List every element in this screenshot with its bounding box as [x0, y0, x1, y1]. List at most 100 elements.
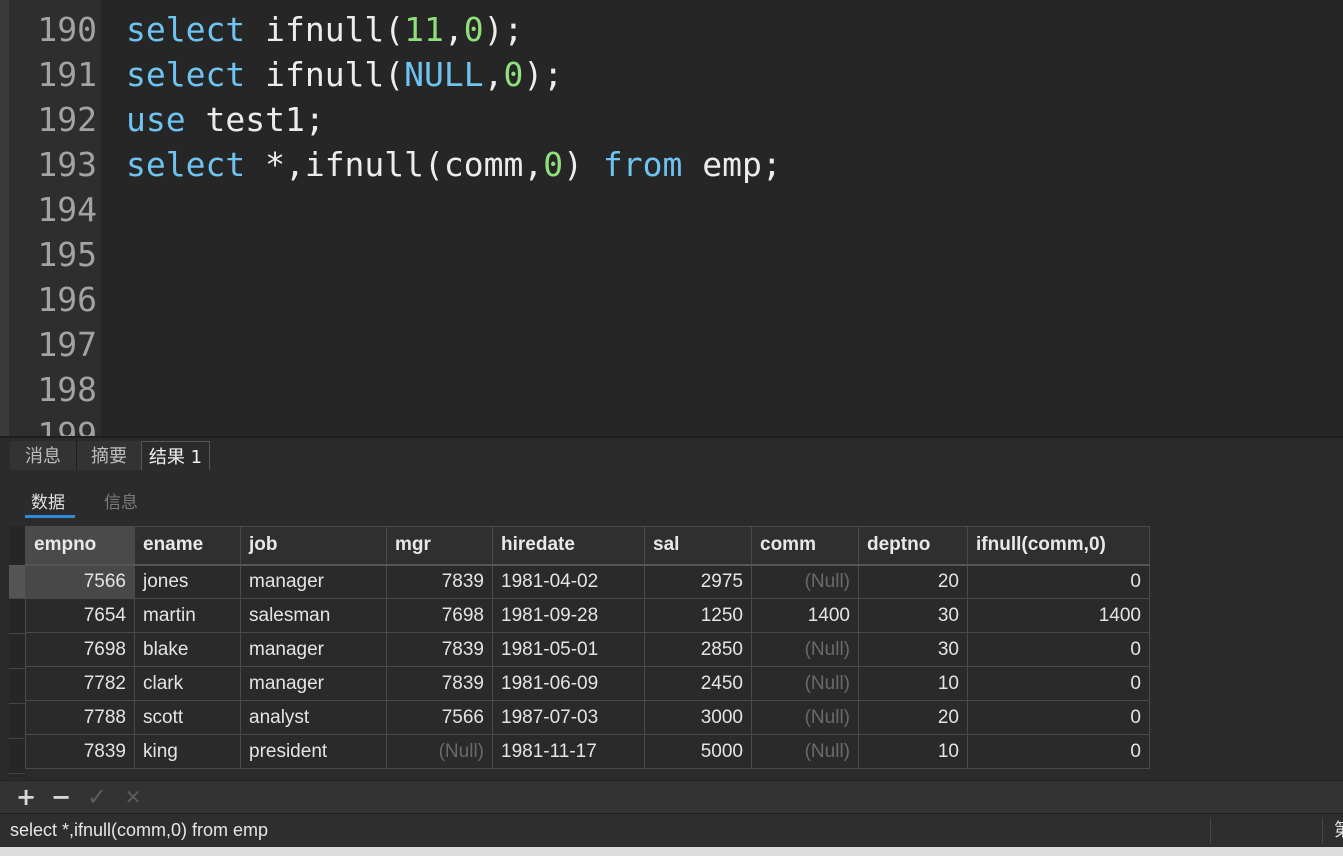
table-row[interactable]: 7654 martin salesman 7698 1981-09-28 1250 1400…: [25, 598, 1150, 633]
null-cell[interactable]: (Null): [751, 666, 859, 701]
table-cell[interactable]: president: [240, 734, 387, 769]
sql-keyword: select: [126, 145, 246, 184]
discard-changes-button[interactable]: ✕: [120, 784, 146, 810]
apply-changes-button[interactable]: ✓: [84, 784, 110, 810]
column-header-deptno[interactable]: deptno: [858, 526, 968, 566]
table-cell[interactable]: 7566: [386, 700, 493, 735]
line-number: 197: [37, 325, 97, 364]
table-cell[interactable]: 5000: [644, 734, 752, 769]
table-cell[interactable]: 7788: [25, 700, 135, 735]
status-divider: [1210, 818, 1211, 844]
table-cell[interactable]: 0: [967, 734, 1150, 769]
table-cell[interactable]: king: [134, 734, 241, 769]
table-cell[interactable]: 30: [858, 598, 968, 633]
row-marker[interactable]: [9, 705, 25, 739]
current-row-marker[interactable]: [9, 565, 25, 599]
table-cell[interactable]: clark: [134, 666, 241, 701]
table-cell[interactable]: jones: [134, 564, 241, 599]
code-line: use test1;: [126, 97, 325, 142]
table-row[interactable]: 7839 king president (Null) 1981-11-17 5000 (Nu…: [25, 734, 1150, 769]
row-marker[interactable]: [9, 600, 25, 634]
table-cell[interactable]: 1987-07-03: [492, 700, 645, 735]
table-cell[interactable]: 7698: [386, 598, 493, 633]
table-cell[interactable]: martin: [134, 598, 241, 633]
table-cell[interactable]: 7839: [25, 734, 135, 769]
subtab-info[interactable]: 信息: [104, 488, 138, 513]
table-cell[interactable]: 1400: [967, 598, 1150, 633]
column-header-sal[interactable]: sal: [644, 526, 752, 566]
table-cell[interactable]: 20: [858, 564, 968, 599]
query-editor[interactable]: 190 191 192 193 194 195 196 197 198 199 select if…: [0, 0, 1343, 436]
table-cell[interactable]: 1400: [751, 598, 859, 633]
column-header-hiredate[interactable]: hiredate: [492, 526, 645, 566]
table-cell[interactable]: manager: [240, 564, 387, 599]
table-cell[interactable]: 0: [967, 700, 1150, 735]
table-cell[interactable]: 3000: [644, 700, 752, 735]
column-header-job[interactable]: job: [240, 526, 387, 566]
table-cell[interactable]: blake: [134, 632, 241, 667]
tab-messages[interactable]: 消息: [10, 441, 77, 472]
table-cell[interactable]: 0: [967, 564, 1150, 599]
table-cell[interactable]: manager: [240, 632, 387, 667]
column-header-mgr[interactable]: mgr: [386, 526, 493, 566]
null-cell[interactable]: (Null): [751, 632, 859, 667]
table-cell[interactable]: 10: [858, 666, 968, 701]
table-cell[interactable]: 1981-04-02: [492, 564, 645, 599]
table-row[interactable]: 7782 clark manager 7839 1981-06-09 2450 (Null)…: [25, 666, 1150, 701]
column-header-empno[interactable]: empno: [25, 526, 135, 566]
null-cell[interactable]: (Null): [751, 564, 859, 599]
add-record-button[interactable]: +: [13, 784, 39, 810]
table-cell[interactable]: 7839: [386, 564, 493, 599]
table-cell[interactable]: 7654: [25, 598, 135, 633]
null-cell[interactable]: (Null): [751, 734, 859, 769]
table-cell[interactable]: 7839: [386, 666, 493, 701]
column-header-comm[interactable]: comm: [751, 526, 859, 566]
line-number: 193: [37, 145, 97, 184]
row-marker[interactable]: [9, 670, 25, 704]
table-cell[interactable]: 30: [858, 632, 968, 667]
table-cell[interactable]: analyst: [240, 700, 387, 735]
status-sql-text: select *,ifnull(comm,0) from emp: [10, 820, 269, 840]
table-cell[interactable]: 7839: [386, 632, 493, 667]
table-cell[interactable]: 0: [967, 632, 1150, 667]
table-cell[interactable]: 1250: [644, 598, 752, 633]
code-area[interactable]: select ifnull(11,0); select ifnull(NULL,0…: [126, 0, 1326, 436]
table-cell[interactable]: salesman: [240, 598, 387, 633]
tab-result-1[interactable]: 结果 1: [141, 441, 210, 473]
sql-text: ): [563, 145, 603, 184]
subtab-data[interactable]: 数据: [31, 488, 65, 513]
table-cell[interactable]: 2450: [644, 666, 752, 701]
table-cell[interactable]: 0: [967, 666, 1150, 701]
code-line: select ifnull(NULL,0);: [126, 52, 563, 97]
column-header-ename[interactable]: ename: [134, 526, 241, 566]
active-subtab-indicator: [25, 515, 75, 518]
null-cell[interactable]: (Null): [751, 700, 859, 735]
table-cell[interactable]: scott: [134, 700, 241, 735]
table-row[interactable]: 7788 scott analyst 7566 1987-07-03 3000 (Null)…: [25, 700, 1150, 735]
table-cell[interactable]: 7566: [25, 564, 135, 599]
result-grid[interactable]: empno ename job mgr hiredate sal comm deptno ifn…: [25, 526, 1150, 769]
table-cell[interactable]: manager: [240, 666, 387, 701]
table-row[interactable]: 7566 jones manager 7839 1981-04-02 2975 (Null)…: [25, 564, 1150, 599]
column-header-ifnull-comm-0[interactable]: ifnull(comm,0): [967, 526, 1150, 566]
table-cell[interactable]: 7698: [25, 632, 135, 667]
table-cell[interactable]: 1981-11-17: [492, 734, 645, 769]
table-row[interactable]: 7698 blake manager 7839 1981-05-01 2850 (Null)…: [25, 632, 1150, 667]
sql-keyword: select: [126, 10, 246, 49]
sql-text: test1;: [185, 100, 325, 139]
table-cell[interactable]: 10: [858, 734, 968, 769]
tab-summary[interactable]: 摘要: [77, 441, 142, 472]
table-cell[interactable]: 2850: [644, 632, 752, 667]
result-tab-bar: 消息 摘要 结果 1: [0, 436, 1343, 473]
grid-toolbar: + − ✓ ✕: [0, 780, 1343, 813]
row-marker[interactable]: [9, 740, 25, 774]
delete-record-button[interactable]: −: [48, 784, 74, 810]
null-cell[interactable]: (Null): [386, 734, 493, 769]
table-cell[interactable]: 1981-06-09: [492, 666, 645, 701]
table-cell[interactable]: 1981-09-28: [492, 598, 645, 633]
row-marker[interactable]: [9, 635, 25, 669]
table-cell[interactable]: 1981-05-01: [492, 632, 645, 667]
table-cell[interactable]: 7782: [25, 666, 135, 701]
table-cell[interactable]: 20: [858, 700, 968, 735]
table-cell[interactable]: 2975: [644, 564, 752, 599]
